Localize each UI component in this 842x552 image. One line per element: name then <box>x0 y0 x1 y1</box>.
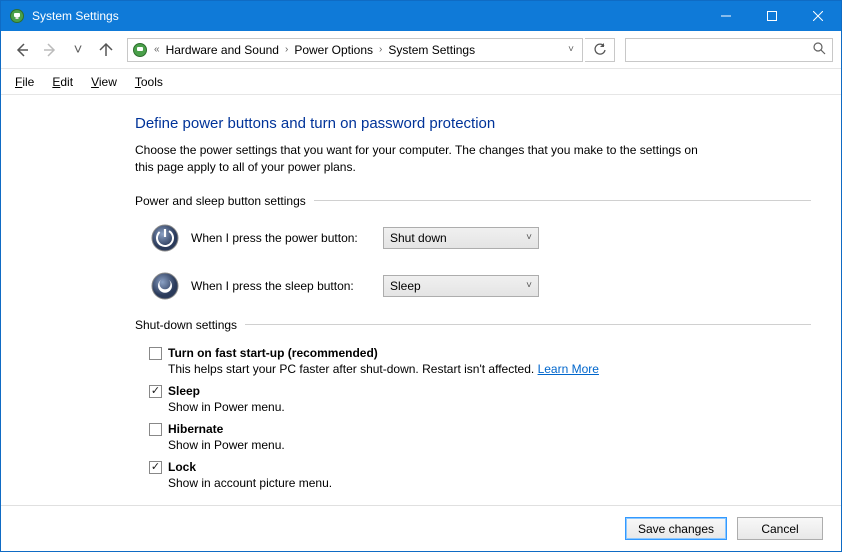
window-title: System Settings <box>32 9 119 23</box>
search-icon <box>813 42 826 58</box>
close-button[interactable] <box>795 1 841 31</box>
hibernate-checkbox[interactable] <box>149 423 162 436</box>
page-description: Choose the power settings that you want … <box>135 142 715 176</box>
maximize-button[interactable] <box>749 1 795 31</box>
save-changes-button[interactable]: Save changes <box>625 517 727 540</box>
lock-option: ✓ Lock <box>149 460 811 474</box>
learn-more-link[interactable]: Learn More <box>538 362 599 376</box>
section-shutdown: Shut-down settings <box>135 318 811 332</box>
lock-desc: Show in account picture menu. <box>168 476 811 490</box>
recent-locations-button[interactable]: ˅ <box>65 37 91 63</box>
breadcrumb-hardware[interactable]: Hardware and Sound <box>162 43 283 57</box>
power-button-select[interactable]: Shut down ˅ <box>383 227 539 249</box>
power-icon <box>149 222 181 254</box>
sleep-checkbox[interactable]: ✓ <box>149 385 162 398</box>
fast-startup-desc: This helps start your PC faster after sh… <box>168 362 811 376</box>
refresh-button[interactable] <box>585 38 615 62</box>
sleep-button-row: When I press the sleep button: Sleep ˅ <box>149 270 811 302</box>
back-button[interactable] <box>9 37 35 63</box>
minimize-button[interactable] <box>703 1 749 31</box>
sleep-label: Sleep <box>168 384 200 398</box>
page-heading: Define power buttons and turn on passwor… <box>135 115 811 132</box>
cancel-button[interactable]: Cancel <box>737 517 823 540</box>
sleep-button-select[interactable]: Sleep ˅ <box>383 275 539 297</box>
fast-startup-checkbox[interactable] <box>149 347 162 360</box>
lock-checkbox[interactable]: ✓ <box>149 461 162 474</box>
address-dropdown[interactable]: ˅ <box>562 44 580 55</box>
app-icon <box>9 8 25 24</box>
control-panel-icon <box>132 42 148 58</box>
lock-label: Lock <box>168 460 196 474</box>
button-row: Save changes Cancel <box>1 505 841 551</box>
chevron-down-icon: ˅ <box>526 280 532 291</box>
power-button-label: When I press the power button: <box>191 231 383 245</box>
fast-startup-option: Turn on fast start-up (recommended) <box>149 346 811 360</box>
address-bar[interactable]: « Hardware and Sound › Power Options › S… <box>127 38 583 62</box>
title-bar: System Settings <box>1 1 841 31</box>
section-power-sleep: Power and sleep button settings <box>135 194 811 208</box>
power-button-row: When I press the power button: Shut down… <box>149 222 811 254</box>
menu-edit[interactable]: Edit <box>46 73 79 91</box>
forward-button[interactable] <box>37 37 63 63</box>
sleep-desc: Show in Power menu. <box>168 400 811 414</box>
breadcrumb-power-options[interactable]: Power Options <box>290 43 377 57</box>
sleep-button-label: When I press the sleep button: <box>191 279 383 293</box>
chevron-right-icon: › <box>377 44 384 55</box>
menu-bar: File Edit View Tools <box>1 69 841 95</box>
chevron-right-icon: › <box>283 44 290 55</box>
breadcrumb-sep: « <box>152 44 162 55</box>
up-button[interactable] <box>93 37 119 63</box>
sleep-icon <box>149 270 181 302</box>
breadcrumb-system-settings[interactable]: System Settings <box>384 43 479 57</box>
content-area: Define power buttons and turn on passwor… <box>1 95 841 490</box>
nav-row: ˅ « Hardware and Sound › Power Options ›… <box>1 31 841 69</box>
search-input[interactable] <box>625 38 833 62</box>
hibernate-option: Hibernate <box>149 422 811 436</box>
menu-file[interactable]: File <box>9 73 40 91</box>
chevron-down-icon: ˅ <box>526 232 532 243</box>
hibernate-desc: Show in Power menu. <box>168 438 811 452</box>
sleep-option: ✓ Sleep <box>149 384 811 398</box>
fast-startup-label: Turn on fast start-up (recommended) <box>168 346 378 360</box>
menu-tools[interactable]: Tools <box>129 73 169 91</box>
hibernate-label: Hibernate <box>168 422 223 436</box>
menu-view[interactable]: View <box>85 73 123 91</box>
